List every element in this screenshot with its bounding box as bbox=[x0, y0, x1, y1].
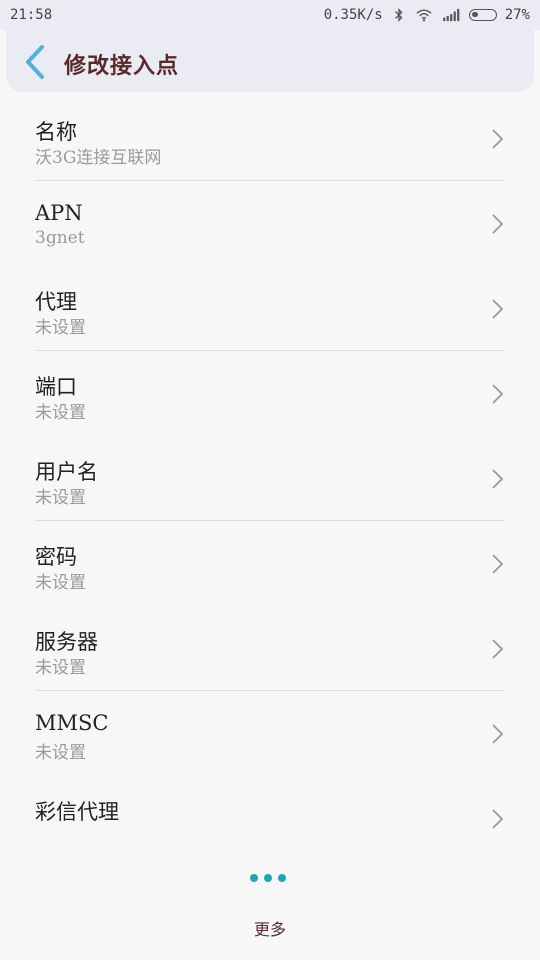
chevron-right-icon bbox=[492, 214, 504, 234]
list-item-username[interactable]: 用户名 未设置 bbox=[35, 436, 505, 521]
list-item-proxy[interactable]: 代理 未设置 bbox=[35, 266, 505, 351]
item-value: 3gnet bbox=[35, 228, 85, 248]
chevron-right-icon bbox=[492, 639, 504, 659]
battery-text: 27% bbox=[504, 7, 530, 23]
item-value: 未设置 bbox=[35, 318, 86, 338]
list-item-apn[interactable]: APN 3gnet bbox=[35, 181, 505, 266]
chevron-right-icon bbox=[492, 554, 504, 574]
item-title: 端口 bbox=[35, 375, 77, 399]
chevron-right-icon bbox=[492, 299, 504, 319]
chevron-right-icon bbox=[492, 809, 504, 829]
dot bbox=[250, 874, 258, 882]
more-dots-icon bbox=[250, 874, 286, 882]
item-title: MMSC bbox=[35, 711, 109, 735]
back-button[interactable] bbox=[20, 44, 54, 80]
item-title: 服务器 bbox=[35, 630, 98, 654]
battery-icon bbox=[468, 9, 497, 21]
chevron-left-icon bbox=[26, 45, 44, 79]
item-value: 未设置 bbox=[35, 743, 86, 763]
item-value: 沃3G连接互联网 bbox=[35, 148, 162, 168]
signal-icon bbox=[442, 8, 460, 22]
chevron-right-icon bbox=[492, 724, 504, 744]
list-item-mmsc[interactable]: MMSC 未设置 bbox=[35, 691, 505, 776]
battery-fill bbox=[471, 12, 478, 17]
dot bbox=[264, 874, 272, 882]
item-title: 名称 bbox=[35, 120, 77, 144]
item-value: 未设置 bbox=[35, 573, 86, 593]
more-label: 更多 bbox=[253, 920, 286, 939]
wifi-icon bbox=[416, 9, 432, 22]
item-title: 代理 bbox=[35, 290, 77, 314]
list-item-name[interactable]: 名称 沃3G连接互联网 bbox=[35, 96, 505, 181]
status-bar: 21:58 0.35K/s 27% bbox=[0, 0, 540, 30]
list-item-password[interactable]: 密码 未设置 bbox=[35, 521, 505, 606]
chevron-right-icon bbox=[492, 129, 504, 149]
status-right: 0.35K/s 27% bbox=[324, 7, 530, 23]
chevron-right-icon bbox=[492, 469, 504, 489]
page-title: 修改接入点 bbox=[64, 54, 180, 79]
item-title: APN bbox=[35, 201, 83, 225]
item-value: 未设置 bbox=[35, 658, 86, 678]
list-item-mms-proxy[interactable]: 彩信代理 bbox=[35, 776, 505, 836]
item-value: 未设置 bbox=[35, 403, 86, 423]
item-title: 密码 bbox=[35, 545, 77, 569]
dot bbox=[278, 874, 286, 882]
list-item-port[interactable]: 端口 未设置 bbox=[35, 351, 505, 436]
item-title: 用户名 bbox=[35, 460, 98, 484]
item-title: 彩信代理 bbox=[35, 800, 119, 824]
item-value: 未设置 bbox=[35, 488, 86, 508]
network-speed: 0.35K/s bbox=[323, 7, 383, 23]
header-bar: 修改接入点 bbox=[6, 30, 534, 92]
list-item-server[interactable]: 服务器 未设置 bbox=[35, 606, 505, 691]
status-time: 21:58 bbox=[10, 7, 53, 23]
bluetooth-icon bbox=[394, 8, 403, 22]
chevron-right-icon bbox=[492, 384, 504, 404]
apn-settings-list: 名称 沃3G连接互联网 APN 3gnet 代理 未设置 端口 未设置 用户名 … bbox=[0, 96, 540, 836]
more-button[interactable]: 更多 bbox=[0, 860, 540, 960]
